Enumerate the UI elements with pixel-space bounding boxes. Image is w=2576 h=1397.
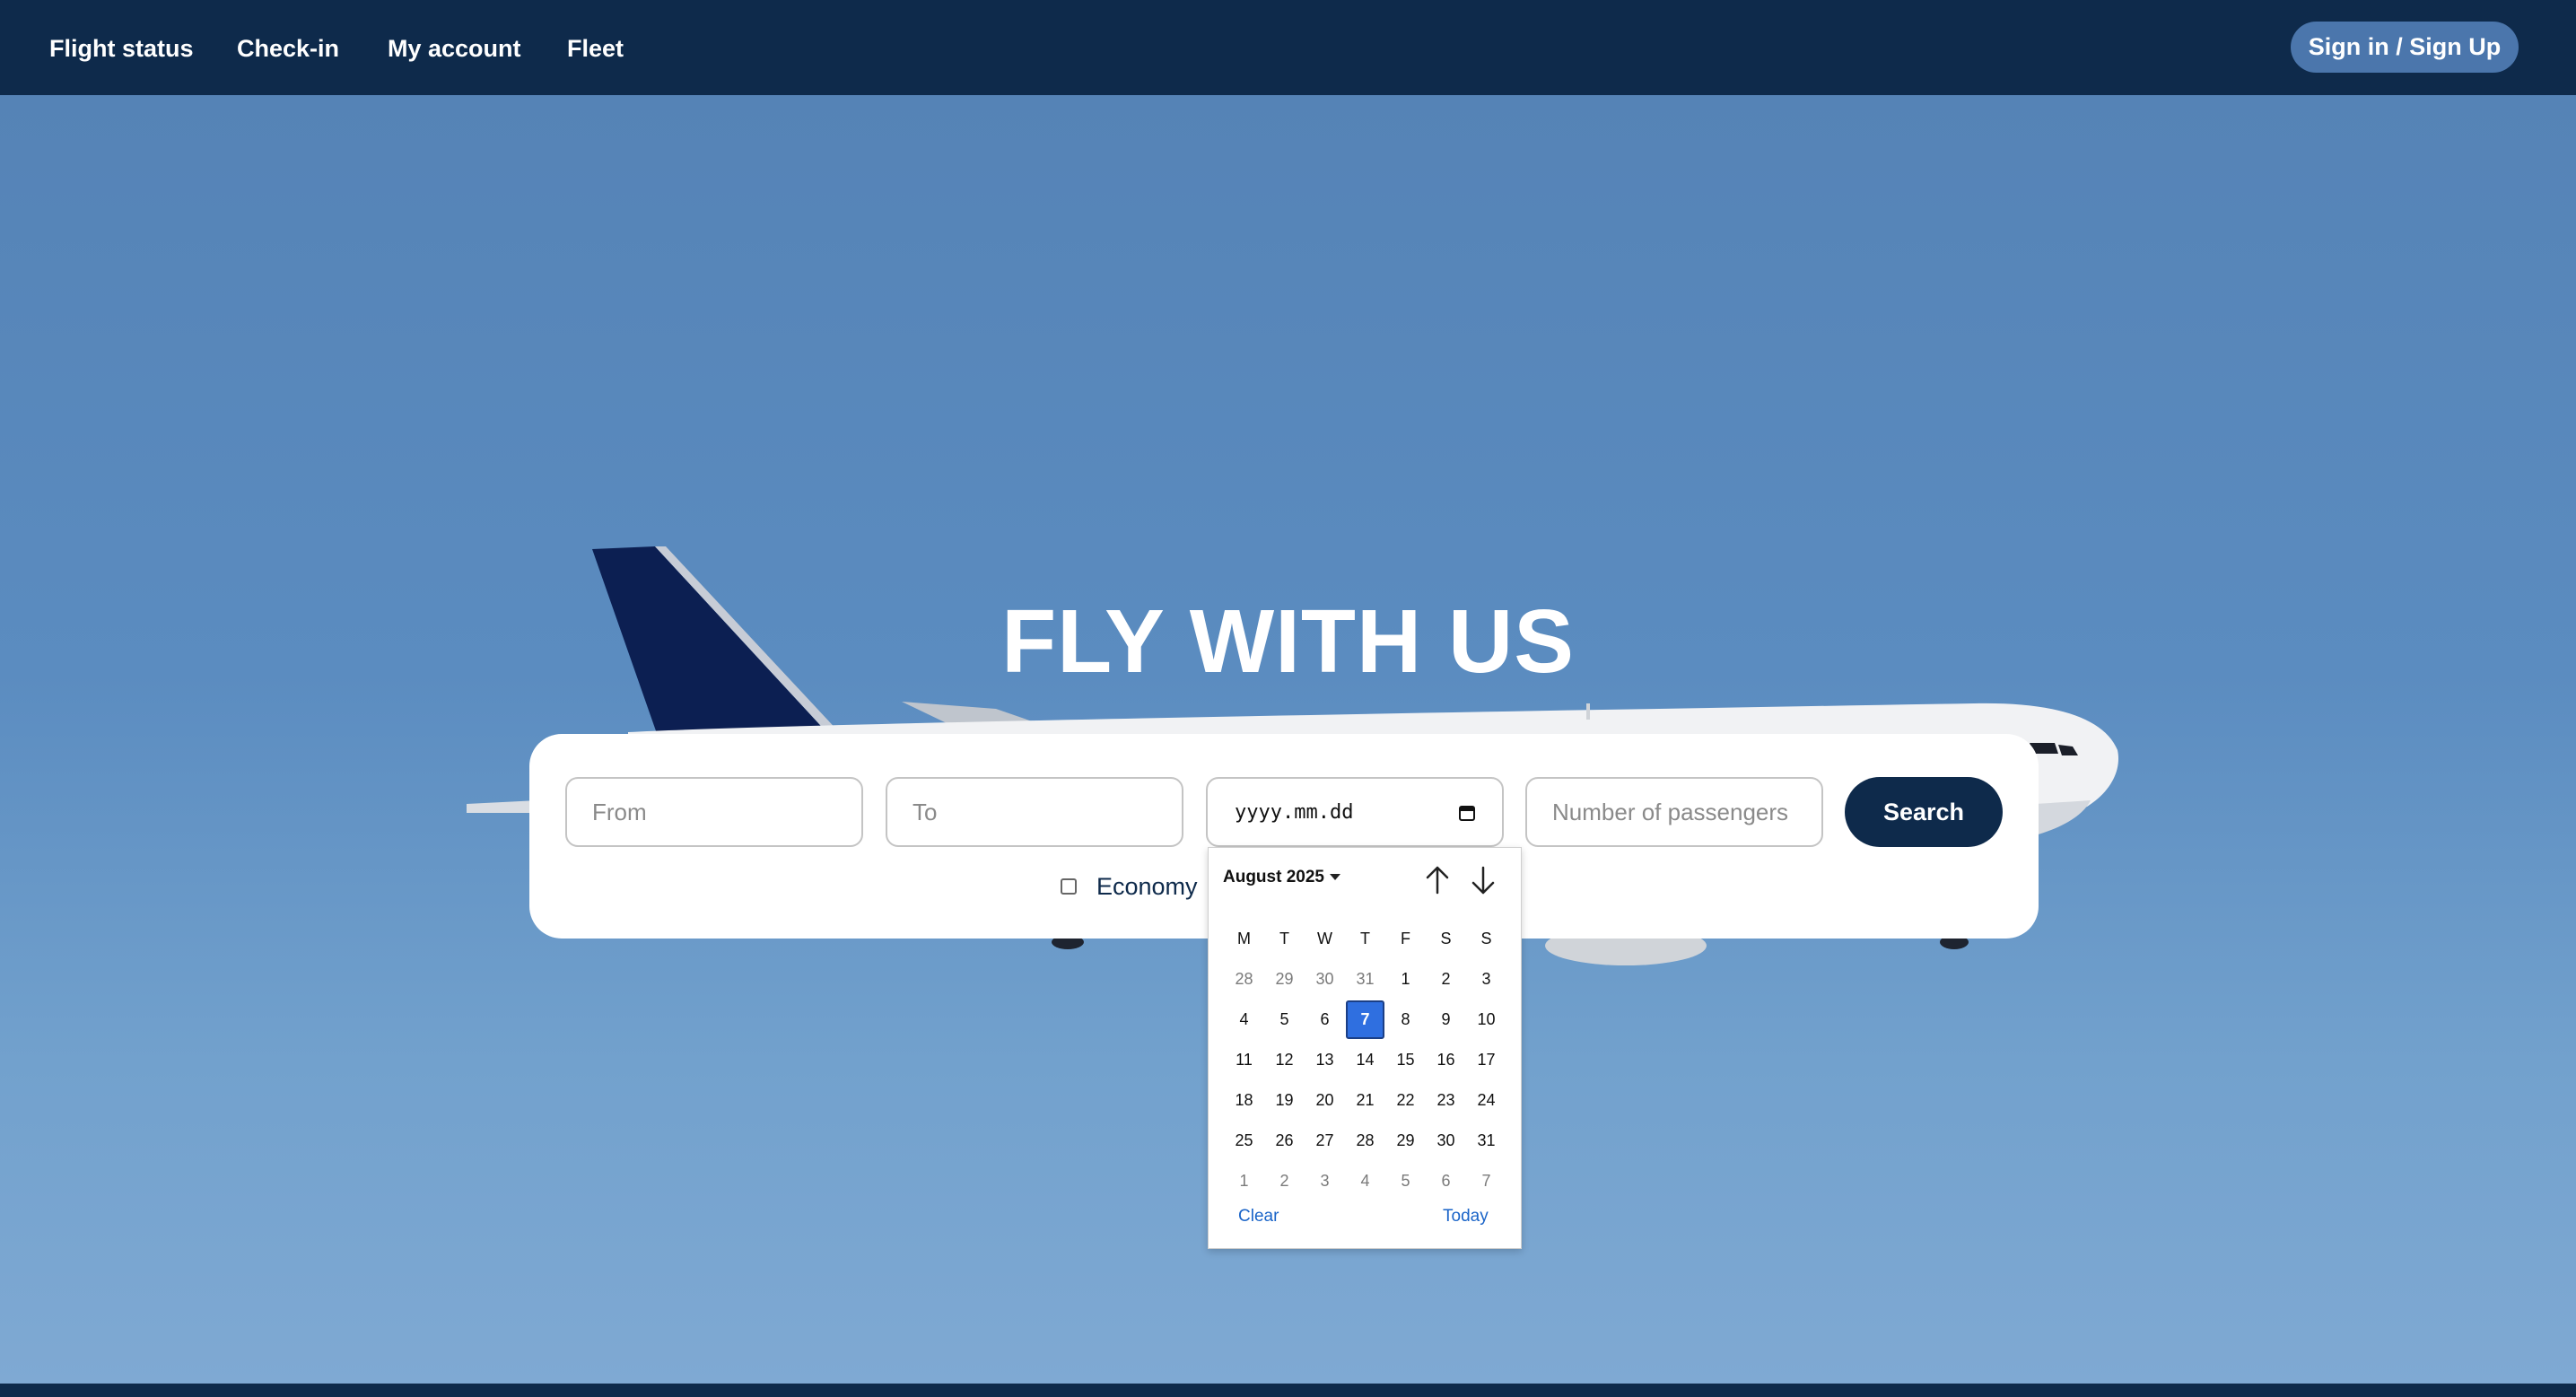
calendar-day[interactable]: 10 <box>1466 1000 1506 1040</box>
calendar-day[interactable]: 19 <box>1264 1080 1305 1121</box>
calendar-day[interactable]: 17 <box>1466 1040 1506 1080</box>
calendar-day[interactable]: 16 <box>1426 1040 1466 1080</box>
calendar-day[interactable]: 3 <box>1466 959 1506 1000</box>
calendar-day[interactable]: 9 <box>1426 1000 1466 1040</box>
search-button[interactable]: Search <box>1845 777 2003 847</box>
weekday-label: W <box>1317 930 1332 947</box>
date-input[interactable]: yyyy.mm.dd <box>1206 777 1504 847</box>
calendar-day[interactable]: 11 <box>1224 1040 1264 1080</box>
nav-check-in[interactable]: Check-in <box>237 31 339 66</box>
caret-down-icon <box>1329 874 1340 881</box>
selected-calendar-day[interactable]: 7 <box>1345 1000 1385 1040</box>
calendar-icon[interactable] <box>1459 805 1475 821</box>
calendar-day[interactable]: 2 <box>1426 959 1466 1000</box>
calendar-day[interactable]: 18 <box>1224 1080 1264 1121</box>
calendar-day[interactable]: 30 <box>1426 1121 1466 1161</box>
calendar-today-button[interactable]: Today <box>1443 1207 1489 1227</box>
calendar-day[interactable]: 3 <box>1305 1161 1345 1201</box>
previous-month-arrow-icon[interactable] <box>1424 864 1451 896</box>
calendar-day[interactable]: 7 <box>1466 1161 1506 1201</box>
calendar-day[interactable]: 25 <box>1224 1121 1264 1161</box>
calendar-day[interactable]: 14 <box>1345 1040 1385 1080</box>
weekday-header-row: M T W T F S S <box>1224 919 1507 959</box>
calendar-day[interactable]: 15 <box>1385 1040 1426 1080</box>
calendar-week-row: 18 19 20 21 22 23 24 <box>1224 1080 1507 1121</box>
calendar-day[interactable]: 30 <box>1305 959 1345 1000</box>
calendar-day[interactable]: 22 <box>1385 1080 1426 1121</box>
calendar-week-row: 1 2 3 4 5 6 7 <box>1224 1161 1507 1201</box>
nav-my-account[interactable]: My account <box>388 31 521 66</box>
selected-day-number: 7 <box>1346 1000 1384 1039</box>
calendar-day[interactable]: 1 <box>1385 959 1426 1000</box>
calendar-day[interactable]: 6 <box>1305 1000 1345 1040</box>
month-year-selector[interactable]: August 2025 <box>1223 868 1340 887</box>
passengers-input[interactable] <box>1525 777 1823 847</box>
calendar-day[interactable]: 31 <box>1466 1121 1506 1161</box>
calendar-day[interactable]: 1 <box>1224 1161 1264 1201</box>
calendar-day[interactable]: 6 <box>1426 1161 1466 1201</box>
calendar-day[interactable]: 4 <box>1345 1161 1385 1201</box>
to-input[interactable] <box>886 777 1183 847</box>
hero-title: FLY WITH US <box>1001 591 1575 692</box>
calendar-day[interactable]: 27 <box>1305 1121 1345 1161</box>
calendar-clear-button[interactable]: Clear <box>1238 1207 1279 1227</box>
calendar-day[interactable]: 13 <box>1305 1040 1345 1080</box>
calendar-week-row: 25 26 27 28 29 30 31 <box>1224 1121 1507 1161</box>
calendar-day[interactable]: 5 <box>1264 1000 1305 1040</box>
calendar-day[interactable]: 21 <box>1345 1080 1385 1121</box>
footer-bar <box>0 1384 2576 1397</box>
date-placeholder: yyyy.mm.dd <box>1235 801 1354 824</box>
weekday-label: T <box>1360 930 1370 947</box>
economy-label: Economy <box>1096 873 1198 900</box>
nav-fleet[interactable]: Fleet <box>567 31 624 66</box>
calendar-grid: M T W T F S S 28 29 30 31 1 2 3 4 5 6 7 … <box>1224 919 1507 1201</box>
calendar-day[interactable]: 26 <box>1264 1121 1305 1161</box>
month-year-label: August 2025 <box>1223 868 1324 886</box>
calendar-day[interactable]: 4 <box>1224 1000 1264 1040</box>
calendar-day[interactable]: 23 <box>1426 1080 1466 1121</box>
calendar-day[interactable]: 5 <box>1385 1161 1426 1201</box>
weekday-label: F <box>1401 930 1410 947</box>
calendar-week-row: 28 29 30 31 1 2 3 <box>1224 959 1507 1000</box>
calendar-day[interactable]: 8 <box>1385 1000 1426 1040</box>
calendar-day[interactable]: 12 <box>1264 1040 1305 1080</box>
calendar-week-row: 4 5 6 7 8 9 10 <box>1224 1000 1507 1040</box>
calendar-day[interactable]: 28 <box>1345 1121 1385 1161</box>
calendar-day[interactable]: 29 <box>1385 1121 1426 1161</box>
economy-checkbox[interactable] <box>1061 878 1077 895</box>
nav-flight-status[interactable]: Flight status <box>49 31 194 66</box>
calendar-day[interactable]: 2 <box>1264 1161 1305 1201</box>
weekday-label: T <box>1279 930 1289 947</box>
date-picker-popup: August 2025 M T W T F S S 28 29 30 31 1 … <box>1208 847 1522 1249</box>
top-nav: Flight status Check-in My account Fleet … <box>0 0 2576 95</box>
weekday-label: M <box>1237 930 1251 947</box>
calendar-week-row: 11 12 13 14 15 16 17 <box>1224 1040 1507 1080</box>
calendar-day[interactable]: 24 <box>1466 1080 1506 1121</box>
next-month-arrow-icon[interactable] <box>1470 864 1497 896</box>
from-input[interactable] <box>565 777 863 847</box>
sign-in-button[interactable]: Sign in / Sign Up <box>2291 22 2519 73</box>
calendar-day[interactable]: 28 <box>1224 959 1264 1000</box>
calendar-day[interactable]: 29 <box>1264 959 1305 1000</box>
calendar-day[interactable]: 20 <box>1305 1080 1345 1121</box>
weekday-label: S <box>1440 930 1452 947</box>
calendar-day[interactable]: 31 <box>1345 959 1385 1000</box>
weekday-label: S <box>1480 930 1492 947</box>
